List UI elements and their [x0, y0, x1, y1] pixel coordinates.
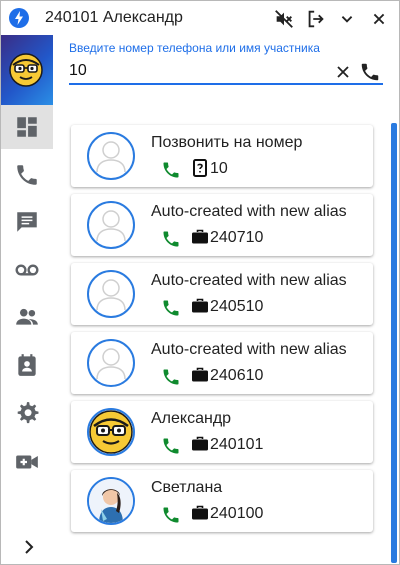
avatar: [87, 132, 135, 180]
sidebar-item-calls[interactable]: [1, 153, 53, 197]
avatar: [87, 270, 135, 318]
list-item[interactable]: Auto-created with new alias 240710: [71, 194, 373, 256]
user-avatar[interactable]: [1, 35, 53, 105]
sidebar-item-voicemail[interactable]: [1, 248, 53, 292]
work-icon: [191, 504, 209, 522]
logout-icon[interactable]: [305, 8, 327, 30]
avatar: [87, 339, 135, 387]
list-item[interactable]: Александр 240101: [71, 401, 373, 463]
sidebar: [1, 35, 53, 564]
chevron-down-icon[interactable]: [336, 8, 358, 30]
phone-icon[interactable]: [161, 160, 181, 180]
avatar: [87, 477, 135, 525]
people-icon: [16, 308, 38, 325]
sidebar-item-contacts[interactable]: [1, 343, 53, 387]
sidebar-item-dashboard[interactable]: [1, 105, 53, 149]
sidebar-item-chat[interactable]: [1, 200, 53, 244]
work-icon: [191, 435, 209, 453]
phone-icon[interactable]: [161, 298, 181, 318]
title-bar: 240101 Александр: [1, 1, 399, 35]
app-window: 240101 Александр Введите номер телефона …: [0, 0, 400, 565]
chat-icon: [17, 212, 37, 232]
phone-icon[interactable]: [161, 436, 181, 456]
voicemail-icon: [15, 264, 39, 276]
avatar: [87, 408, 135, 456]
work-icon: [191, 297, 209, 315]
video-add-icon: [16, 455, 38, 469]
phone-icon[interactable]: [161, 367, 181, 387]
contact-number: 240510: [210, 298, 264, 315]
list-item[interactable]: Светлана 240100: [71, 470, 373, 532]
contact-number: 10: [210, 160, 228, 177]
unknown-number-icon: [191, 159, 209, 177]
person-placeholder-icon: [96, 141, 126, 173]
person-placeholder-icon: [96, 210, 126, 242]
sidebar-item-video[interactable]: [1, 440, 53, 484]
emoji-glasses-icon: [89, 410, 133, 454]
window-title: 240101 Александр: [45, 9, 183, 26]
contact-name: Auto-created with new alias: [151, 272, 347, 289]
dashboard-icon: [17, 117, 37, 137]
gear-icon: [17, 402, 39, 424]
list-item[interactable]: Позвонить на номер 10: [71, 125, 373, 187]
search-label: Введите номер телефона или имя участника: [69, 41, 320, 55]
sidebar-item-settings[interactable]: [1, 391, 53, 435]
contact-number: 240100: [210, 505, 264, 522]
emoji-glasses-icon: [9, 53, 43, 87]
list-item[interactable]: Auto-created with new alias 240510: [71, 263, 373, 325]
user-photo-icon: [89, 479, 133, 523]
avatar: [87, 201, 135, 249]
close-icon[interactable]: [368, 8, 390, 30]
work-icon: [191, 228, 209, 246]
contact-name: Auto-created with new alias: [151, 203, 347, 220]
contact-name: Александр: [151, 410, 232, 427]
person-placeholder-icon: [96, 279, 126, 311]
lightning-icon: [9, 8, 29, 28]
results-list: Позвонить на номер 10 Auto-created with …: [53, 111, 399, 564]
contact-name: Светлана: [151, 479, 223, 496]
volume-off-icon[interactable]: [273, 8, 295, 30]
work-icon: [191, 366, 209, 384]
phone-icon: [17, 165, 37, 185]
contact-number: 240710: [210, 229, 264, 246]
contact-number: 240101: [210, 436, 264, 453]
sidebar-item-people[interactable]: [1, 295, 53, 339]
contacts-icon: [18, 354, 36, 376]
call-button[interactable]: [359, 61, 381, 83]
contact-name: Позвонить на номер: [151, 134, 303, 151]
chevron-right-icon[interactable]: [19, 537, 39, 557]
phone-icon[interactable]: [161, 229, 181, 249]
phone-icon[interactable]: [161, 505, 181, 525]
contact-number: 240610: [210, 367, 264, 384]
list-item[interactable]: Auto-created with new alias 240610: [71, 332, 373, 394]
contact-name: Auto-created with new alias: [151, 341, 347, 358]
person-placeholder-icon: [96, 348, 126, 380]
scrollbar[interactable]: [391, 123, 397, 563]
phone-icon: [361, 63, 379, 81]
close-icon[interactable]: [333, 62, 353, 82]
